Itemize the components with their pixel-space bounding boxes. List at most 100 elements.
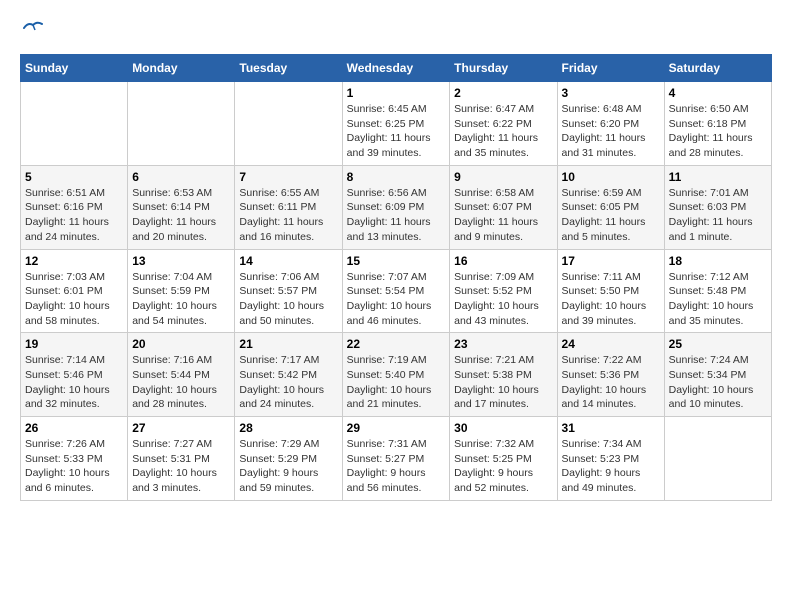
day-number: 15 (347, 254, 446, 268)
calendar-cell: 12 Sunrise: 7:03 AMSunset: 6:01 PMDayligh… (21, 249, 128, 333)
day-info: Sunrise: 7:11 AMSunset: 5:50 PMDaylight:… (562, 270, 660, 329)
day-info: Sunrise: 7:26 AMSunset: 5:33 PMDaylight:… (25, 437, 123, 496)
day-number: 31 (562, 421, 660, 435)
day-info: Sunrise: 6:56 AMSunset: 6:09 PMDaylight:… (347, 186, 446, 245)
calendar-cell: 1 Sunrise: 6:45 AMSunset: 6:25 PMDaylight… (342, 82, 450, 166)
day-info: Sunrise: 7:07 AMSunset: 5:54 PMDaylight:… (347, 270, 446, 329)
day-number: 12 (25, 254, 123, 268)
day-number: 11 (669, 170, 767, 184)
day-info: Sunrise: 6:50 AMSunset: 6:18 PMDaylight:… (669, 102, 767, 161)
day-info: Sunrise: 7:31 AMSunset: 5:27 PMDaylight:… (347, 437, 446, 496)
calendar-cell: 17 Sunrise: 7:11 AMSunset: 5:50 PMDayligh… (557, 249, 664, 333)
day-number: 8 (347, 170, 446, 184)
day-number: 18 (669, 254, 767, 268)
day-number: 6 (132, 170, 230, 184)
day-info: Sunrise: 7:34 AMSunset: 5:23 PMDaylight:… (562, 437, 660, 496)
calendar-cell: 8 Sunrise: 6:56 AMSunset: 6:09 PMDaylight… (342, 165, 450, 249)
calendar-week-1: 1 Sunrise: 6:45 AMSunset: 6:25 PMDaylight… (21, 82, 772, 166)
day-number: 17 (562, 254, 660, 268)
calendar-cell (128, 82, 235, 166)
day-info: Sunrise: 7:04 AMSunset: 5:59 PMDaylight:… (132, 270, 230, 329)
day-number: 16 (454, 254, 552, 268)
calendar-cell: 20 Sunrise: 7:16 AMSunset: 5:44 PMDayligh… (128, 333, 235, 417)
day-info: Sunrise: 6:58 AMSunset: 6:07 PMDaylight:… (454, 186, 552, 245)
day-number: 7 (239, 170, 337, 184)
day-info: Sunrise: 7:16 AMSunset: 5:44 PMDaylight:… (132, 353, 230, 412)
calendar-cell: 29 Sunrise: 7:31 AMSunset: 5:27 PMDayligh… (342, 417, 450, 501)
day-number: 3 (562, 86, 660, 100)
day-info: Sunrise: 6:53 AMSunset: 6:14 PMDaylight:… (132, 186, 230, 245)
calendar-week-4: 19 Sunrise: 7:14 AMSunset: 5:46 PMDayligh… (21, 333, 772, 417)
day-number: 19 (25, 337, 123, 351)
calendar-cell: 7Sunrise: 6:55 AMSunset: 6:11 PMDaylight… (235, 165, 342, 249)
day-info: Sunrise: 7:24 AMSunset: 5:34 PMDaylight:… (669, 353, 767, 412)
day-info: Sunrise: 7:12 AMSunset: 5:48 PMDaylight:… (669, 270, 767, 329)
day-info: Sunrise: 7:32 AMSunset: 5:25 PMDaylight:… (454, 437, 552, 496)
calendar-cell (664, 417, 771, 501)
day-number: 29 (347, 421, 446, 435)
calendar-cell: 4 Sunrise: 6:50 AMSunset: 6:18 PMDaylight… (664, 82, 771, 166)
calendar-cell: 26 Sunrise: 7:26 AMSunset: 5:33 PMDayligh… (21, 417, 128, 501)
day-info: Sunrise: 7:29 AMSunset: 5:29 PMDaylight:… (239, 437, 337, 496)
day-info: Sunrise: 7:14 AMSunset: 5:46 PMDaylight:… (25, 353, 123, 412)
calendar-cell (21, 82, 128, 166)
calendar-cell: 16 Sunrise: 7:09 AMSunset: 5:52 PMDayligh… (450, 249, 557, 333)
day-number: 21 (239, 337, 337, 351)
column-header-wednesday: Wednesday (342, 55, 450, 82)
calendar-cell: 28 Sunrise: 7:29 AMSunset: 5:29 PMDayligh… (235, 417, 342, 501)
day-number: 26 (25, 421, 123, 435)
day-number: 22 (347, 337, 446, 351)
day-info: Sunrise: 6:47 AMSunset: 6:22 PMDaylight:… (454, 102, 552, 161)
column-header-tuesday: Tuesday (235, 55, 342, 82)
column-header-thursday: Thursday (450, 55, 557, 82)
day-number: 30 (454, 421, 552, 435)
day-number: 14 (239, 254, 337, 268)
day-info: Sunrise: 7:01 AMSunset: 6:03 PMDaylight:… (669, 186, 767, 245)
calendar-cell: 22 Sunrise: 7:19 AMSunset: 5:40 PMDayligh… (342, 333, 450, 417)
calendar-cell: 30 Sunrise: 7:32 AMSunset: 5:25 PMDayligh… (450, 417, 557, 501)
calendar-cell (235, 82, 342, 166)
calendar-cell: 6 Sunrise: 6:53 AMSunset: 6:14 PMDaylight… (128, 165, 235, 249)
day-info: Sunrise: 7:22 AMSunset: 5:36 PMDaylight:… (562, 353, 660, 412)
calendar-cell: 15 Sunrise: 7:07 AMSunset: 5:54 PMDayligh… (342, 249, 450, 333)
day-number: 13 (132, 254, 230, 268)
day-number: 1 (347, 86, 446, 100)
calendar-week-5: 26 Sunrise: 7:26 AMSunset: 5:33 PMDayligh… (21, 417, 772, 501)
day-number: 24 (562, 337, 660, 351)
column-header-monday: Monday (128, 55, 235, 82)
day-number: 20 (132, 337, 230, 351)
calendar-cell: 2Sunrise: 6:47 AMSunset: 6:22 PMDaylight… (450, 82, 557, 166)
day-info: Sunrise: 6:45 AMSunset: 6:25 PMDaylight:… (347, 102, 446, 161)
day-info: Sunrise: 7:19 AMSunset: 5:40 PMDaylight:… (347, 353, 446, 412)
day-number: 5 (25, 170, 123, 184)
calendar-cell: 11 Sunrise: 7:01 AMSunset: 6:03 PMDayligh… (664, 165, 771, 249)
day-number: 28 (239, 421, 337, 435)
calendar-week-3: 12 Sunrise: 7:03 AMSunset: 6:01 PMDayligh… (21, 249, 772, 333)
calendar-cell: 27 Sunrise: 7:27 AMSunset: 5:31 PMDayligh… (128, 417, 235, 501)
day-info: Sunrise: 6:59 AMSunset: 6:05 PMDaylight:… (562, 186, 660, 245)
day-info: Sunrise: 6:51 AMSunset: 6:16 PMDaylight:… (25, 186, 123, 245)
calendar-cell: 24 Sunrise: 7:22 AMSunset: 5:36 PMDayligh… (557, 333, 664, 417)
day-info: Sunrise: 7:17 AMSunset: 5:42 PMDaylight:… (239, 353, 337, 412)
day-number: 25 (669, 337, 767, 351)
day-number: 27 (132, 421, 230, 435)
day-info: Sunrise: 6:48 AMSunset: 6:20 PMDaylight:… (562, 102, 660, 161)
column-header-friday: Friday (557, 55, 664, 82)
day-info: Sunrise: 7:27 AMSunset: 5:31 PMDaylight:… (132, 437, 230, 496)
day-info: Sunrise: 7:21 AMSunset: 5:38 PMDaylight:… (454, 353, 552, 412)
day-number: 23 (454, 337, 552, 351)
logo (20, 20, 44, 44)
calendar-table: SundayMondayTuesdayWednesdayThursdayFrid… (20, 54, 772, 501)
calendar-week-2: 5 Sunrise: 6:51 AMSunset: 6:16 PMDaylight… (21, 165, 772, 249)
day-info: Sunrise: 7:09 AMSunset: 5:52 PMDaylight:… (454, 270, 552, 329)
calendar-header-row: SundayMondayTuesdayWednesdayThursdayFrid… (21, 55, 772, 82)
page-header (20, 20, 772, 44)
calendar-cell: 5 Sunrise: 6:51 AMSunset: 6:16 PMDaylight… (21, 165, 128, 249)
logo-bird-icon (22, 20, 44, 36)
day-number: 4 (669, 86, 767, 100)
calendar-cell: 18 Sunrise: 7:12 AMSunset: 5:48 PMDayligh… (664, 249, 771, 333)
day-info: Sunrise: 7:03 AMSunset: 6:01 PMDaylight:… (25, 270, 123, 329)
day-number: 10 (562, 170, 660, 184)
calendar-cell: 31 Sunrise: 7:34 AMSunset: 5:23 PMDayligh… (557, 417, 664, 501)
calendar-cell: 3 Sunrise: 6:48 AMSunset: 6:20 PMDaylight… (557, 82, 664, 166)
